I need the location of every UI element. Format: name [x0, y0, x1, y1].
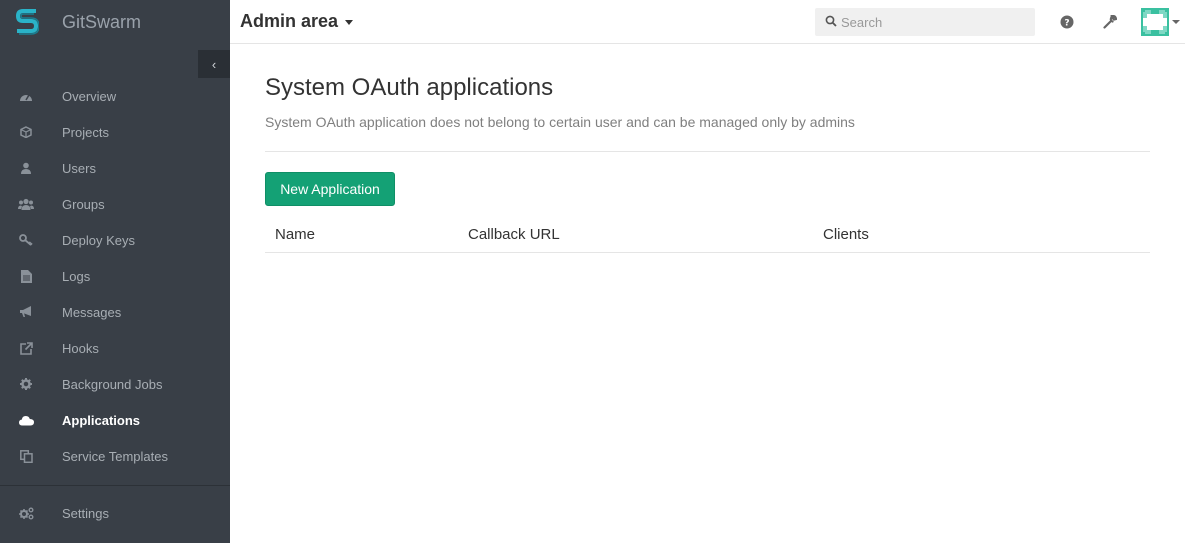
sidebar-item-label: Deploy Keys	[62, 232, 135, 248]
sidebar-item-label: Applications	[62, 412, 141, 428]
cube-icon	[18, 124, 34, 140]
search-icon	[825, 15, 837, 27]
sidebar-item-label: Background Jobs	[62, 376, 163, 392]
sidebar-item-label: Logs	[62, 268, 91, 284]
sidebar-item-background-jobs[interactable]: Background Jobs	[0, 366, 230, 402]
cloud-icon	[18, 412, 34, 428]
sidebar-item-label: Service Templates	[62, 448, 168, 464]
sidebar-item-deploy-keys[interactable]: Deploy Keys	[0, 222, 230, 258]
chevron-left-icon: ‹	[211, 56, 217, 72]
sidebar-item-users[interactable]: Users	[0, 150, 230, 186]
sidebar-item-service-templates[interactable]: Service Templates	[0, 438, 230, 474]
wrench-icon[interactable]	[1101, 13, 1119, 31]
identicon-icon	[1141, 8, 1169, 36]
sidebar-item-label: Hooks	[62, 340, 99, 356]
page-title: System OAuth applications	[265, 74, 554, 101]
svg-text:?: ?	[1064, 19, 1069, 29]
bullhorn-icon	[18, 304, 34, 320]
user-icon	[18, 160, 34, 176]
divider	[265, 151, 1150, 152]
sidebar-item-label: Overview	[62, 88, 117, 104]
header-title: Admin area	[240, 11, 339, 31]
column-header-name: Name	[275, 226, 316, 243]
sidebar-item-label: Projects	[62, 124, 109, 140]
sidebar-item-label: Groups	[62, 196, 105, 212]
avatar-caret-down-icon[interactable]	[1172, 20, 1180, 24]
users-icon	[18, 196, 34, 212]
sidebar-item-overview[interactable]: Overview	[0, 78, 230, 114]
user-avatar[interactable]	[1141, 8, 1169, 36]
dashboard-icon	[18, 88, 34, 104]
admin-area-dropdown[interactable]: Admin area	[240, 11, 354, 32]
sidebar-item-label: Settings	[62, 505, 109, 521]
search-box[interactable]	[815, 8, 1035, 36]
caret-down-icon	[345, 20, 354, 25]
file-icon	[18, 268, 34, 284]
gitswarm-logo-icon	[15, 9, 39, 35]
key-icon	[18, 232, 34, 248]
external-link-icon	[18, 340, 34, 356]
page-description: System OAuth application does not belong…	[265, 114, 855, 130]
table-header: Name Callback URL Clients	[265, 216, 1150, 253]
applications-table: Name Callback URL Clients	[265, 216, 1150, 253]
sidebar-item-label: Users	[62, 160, 96, 176]
gear-icon	[18, 376, 34, 392]
cogs-icon	[18, 505, 34, 521]
sidebar-item-logs[interactable]: Logs	[0, 258, 230, 294]
sidebar-item-messages[interactable]: Messages	[0, 294, 230, 330]
sidebar-item-projects[interactable]: Projects	[0, 114, 230, 150]
new-application-button[interactable]: New Application	[265, 172, 395, 206]
copy-icon	[18, 448, 34, 464]
sidebar-item-hooks[interactable]: Hooks	[0, 330, 230, 366]
collapse-sidebar-button[interactable]: ‹	[198, 50, 230, 78]
brand[interactable]: GitSwarm	[0, 0, 230, 44]
column-header-callback-url: Callback URL	[468, 226, 560, 243]
sidebar: GitSwarm ‹ Overview Projects Users Group…	[0, 0, 230, 543]
sidebar-divider	[0, 485, 230, 486]
column-header-clients: Clients	[823, 226, 869, 243]
search-input[interactable]	[841, 8, 1031, 36]
brand-name: GitSwarm	[62, 12, 142, 32]
top-header: Admin area ?	[230, 0, 1185, 44]
sidebar-item-label: Messages	[62, 304, 122, 320]
sidebar-item-groups[interactable]: Groups	[0, 186, 230, 222]
sidebar-item-settings[interactable]: Settings	[0, 495, 230, 531]
help-icon[interactable]: ?	[1058, 13, 1076, 31]
sidebar-item-applications[interactable]: Applications	[0, 402, 230, 438]
